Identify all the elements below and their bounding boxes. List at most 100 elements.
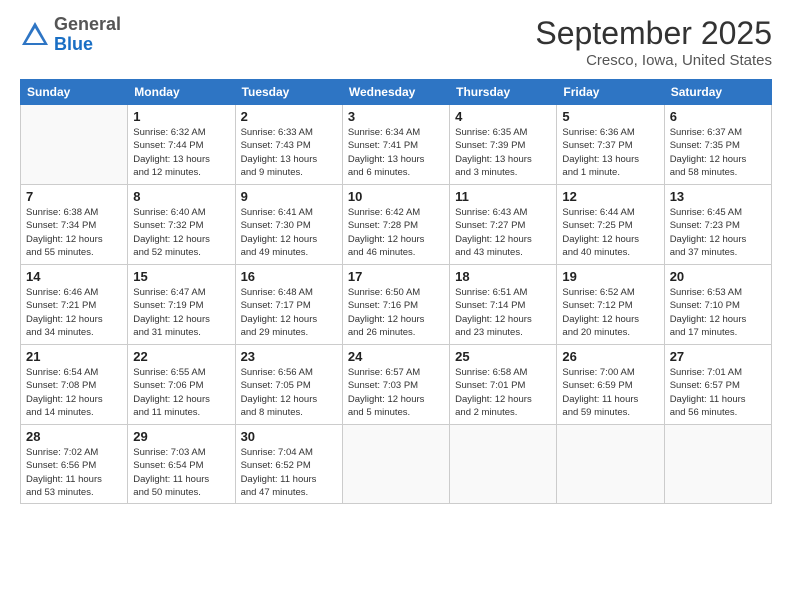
day-number: 24 xyxy=(348,349,444,364)
day-info: Sunrise: 6:44 AM Sunset: 7:25 PM Dayligh… xyxy=(562,206,658,259)
weekday-header: Friday xyxy=(557,80,664,105)
logo-general: General xyxy=(54,15,121,35)
calendar-cell: 25 Sunrise: 6:58 AM Sunset: 7:01 PM Dayli… xyxy=(450,345,557,425)
day-number: 27 xyxy=(670,349,766,364)
calendar-cell: 27 Sunrise: 7:01 AM Sunset: 6:57 PM Dayli… xyxy=(664,345,771,425)
calendar-cell xyxy=(450,425,557,504)
day-number: 5 xyxy=(562,109,658,124)
day-number: 28 xyxy=(26,429,122,444)
day-number: 15 xyxy=(133,269,229,284)
calendar-cell xyxy=(21,105,128,185)
calendar-cell: 4 Sunrise: 6:35 AM Sunset: 7:39 PM Daylig… xyxy=(450,105,557,185)
calendar-cell: 7Sunrise: 6:38 AM Sunset: 7:34 PM Daylig… xyxy=(21,185,128,265)
calendar-cell: 23Sunrise: 6:56 AM Sunset: 7:05 PM Dayli… xyxy=(235,345,342,425)
calendar-cell: 24 Sunrise: 6:57 AM Sunset: 7:03 PM Dayli… xyxy=(342,345,449,425)
day-info: Sunrise: 6:50 AM Sunset: 7:16 PM Dayligh… xyxy=(348,286,444,339)
day-info: Sunrise: 6:58 AM Sunset: 7:01 PM Dayligh… xyxy=(455,366,551,419)
day-info: Sunrise: 6:40 AM Sunset: 7:32 PM Dayligh… xyxy=(133,206,229,259)
day-number: 22 xyxy=(133,349,229,364)
day-number: 4 xyxy=(455,109,551,124)
day-number: 13 xyxy=(670,189,766,204)
day-info: Sunrise: 6:41 AM Sunset: 7:30 PM Dayligh… xyxy=(241,206,337,259)
calendar-cell xyxy=(557,425,664,504)
day-number: 21 xyxy=(26,349,122,364)
calendar-header: SundayMondayTuesdayWednesdayThursdayFrid… xyxy=(21,80,772,105)
weekday-header: Thursday xyxy=(450,80,557,105)
calendar-cell: 5 Sunrise: 6:36 AM Sunset: 7:37 PM Daylig… xyxy=(557,105,664,185)
day-number: 23 xyxy=(241,349,337,364)
calendar-cell xyxy=(664,425,771,504)
day-info: Sunrise: 6:55 AM Sunset: 7:06 PM Dayligh… xyxy=(133,366,229,419)
calendar-cell xyxy=(342,425,449,504)
calendar-cell: 30 Sunrise: 7:04 AM Sunset: 6:52 PM Dayli… xyxy=(235,425,342,504)
day-number: 29 xyxy=(133,429,229,444)
day-info: Sunrise: 6:51 AM Sunset: 7:14 PM Dayligh… xyxy=(455,286,551,339)
day-info: Sunrise: 6:57 AM Sunset: 7:03 PM Dayligh… xyxy=(348,366,444,419)
weekday-row: SundayMondayTuesdayWednesdayThursdayFrid… xyxy=(21,80,772,105)
weekday-header: Sunday xyxy=(21,80,128,105)
day-number: 3 xyxy=(348,109,444,124)
day-info: Sunrise: 7:03 AM Sunset: 6:54 PM Dayligh… xyxy=(133,446,229,499)
day-number: 11 xyxy=(455,189,551,204)
calendar-week-row: 28 Sunrise: 7:02 AM Sunset: 6:56 PM Dayli… xyxy=(21,425,772,504)
day-info: Sunrise: 6:34 AM Sunset: 7:41 PM Dayligh… xyxy=(348,126,444,179)
day-info: Sunrise: 6:54 AM Sunset: 7:08 PM Dayligh… xyxy=(26,366,122,419)
title-block: September 2025 Cresco, Iowa, United Stat… xyxy=(535,15,772,69)
day-info: Sunrise: 7:02 AM Sunset: 6:56 PM Dayligh… xyxy=(26,446,122,499)
calendar-week-row: 14 Sunrise: 6:46 AM Sunset: 7:21 PM Dayli… xyxy=(21,265,772,345)
calendar-cell: 15 Sunrise: 6:47 AM Sunset: 7:19 PM Dayli… xyxy=(128,265,235,345)
day-number: 30 xyxy=(241,429,337,444)
calendar-table: SundayMondayTuesdayWednesdayThursdayFrid… xyxy=(20,79,772,504)
day-number: 26 xyxy=(562,349,658,364)
logo: General Blue xyxy=(20,15,121,55)
day-number: 14 xyxy=(26,269,122,284)
calendar-cell: 18 Sunrise: 6:51 AM Sunset: 7:14 PM Dayli… xyxy=(450,265,557,345)
day-number: 25 xyxy=(455,349,551,364)
weekday-header: Tuesday xyxy=(235,80,342,105)
day-number: 2 xyxy=(241,109,337,124)
calendar-week-row: 7Sunrise: 6:38 AM Sunset: 7:34 PM Daylig… xyxy=(21,185,772,265)
calendar-cell: 28 Sunrise: 7:02 AM Sunset: 6:56 PM Dayli… xyxy=(21,425,128,504)
calendar-week-row: 1Sunrise: 6:32 AM Sunset: 7:44 PM Daylig… xyxy=(21,105,772,185)
day-info: Sunrise: 6:33 AM Sunset: 7:43 PM Dayligh… xyxy=(241,126,337,179)
calendar-cell: 3 Sunrise: 6:34 AM Sunset: 7:41 PM Daylig… xyxy=(342,105,449,185)
day-number: 7 xyxy=(26,189,122,204)
day-info: Sunrise: 6:52 AM Sunset: 7:12 PM Dayligh… xyxy=(562,286,658,339)
day-info: Sunrise: 7:04 AM Sunset: 6:52 PM Dayligh… xyxy=(241,446,337,499)
day-info: Sunrise: 6:47 AM Sunset: 7:19 PM Dayligh… xyxy=(133,286,229,339)
calendar-cell: 21 Sunrise: 6:54 AM Sunset: 7:08 PM Dayli… xyxy=(21,345,128,425)
day-number: 20 xyxy=(670,269,766,284)
day-info: Sunrise: 6:46 AM Sunset: 7:21 PM Dayligh… xyxy=(26,286,122,339)
day-number: 19 xyxy=(562,269,658,284)
day-info: Sunrise: 6:35 AM Sunset: 7:39 PM Dayligh… xyxy=(455,126,551,179)
calendar-cell: 13Sunrise: 6:45 AM Sunset: 7:23 PM Dayli… xyxy=(664,185,771,265)
calendar-cell: 6Sunrise: 6:37 AM Sunset: 7:35 PM Daylig… xyxy=(664,105,771,185)
day-info: Sunrise: 7:01 AM Sunset: 6:57 PM Dayligh… xyxy=(670,366,766,419)
calendar-cell: 1Sunrise: 6:32 AM Sunset: 7:44 PM Daylig… xyxy=(128,105,235,185)
header: General Blue September 2025 Cresco, Iowa… xyxy=(20,15,772,69)
calendar-cell: 10 Sunrise: 6:42 AM Sunset: 7:28 PM Dayli… xyxy=(342,185,449,265)
day-number: 18 xyxy=(455,269,551,284)
calendar-cell: 22 Sunrise: 6:55 AM Sunset: 7:06 PM Dayli… xyxy=(128,345,235,425)
day-number: 17 xyxy=(348,269,444,284)
logo-blue: Blue xyxy=(54,35,121,55)
day-info: Sunrise: 6:36 AM Sunset: 7:37 PM Dayligh… xyxy=(562,126,658,179)
calendar-cell: 11 Sunrise: 6:43 AM Sunset: 7:27 PM Dayli… xyxy=(450,185,557,265)
page: General Blue September 2025 Cresco, Iowa… xyxy=(0,0,792,612)
day-number: 9 xyxy=(241,189,337,204)
calendar-cell: 26Sunrise: 7:00 AM Sunset: 6:59 PM Dayli… xyxy=(557,345,664,425)
calendar-cell: 8Sunrise: 6:40 AM Sunset: 7:32 PM Daylig… xyxy=(128,185,235,265)
day-info: Sunrise: 6:42 AM Sunset: 7:28 PM Dayligh… xyxy=(348,206,444,259)
calendar-week-row: 21 Sunrise: 6:54 AM Sunset: 7:08 PM Dayli… xyxy=(21,345,772,425)
calendar-cell: 16Sunrise: 6:48 AM Sunset: 7:17 PM Dayli… xyxy=(235,265,342,345)
calendar-cell: 17 Sunrise: 6:50 AM Sunset: 7:16 PM Dayli… xyxy=(342,265,449,345)
day-number: 16 xyxy=(241,269,337,284)
day-info: Sunrise: 6:43 AM Sunset: 7:27 PM Dayligh… xyxy=(455,206,551,259)
day-number: 10 xyxy=(348,189,444,204)
calendar-cell: 29 Sunrise: 7:03 AM Sunset: 6:54 PM Dayli… xyxy=(128,425,235,504)
calendar-cell: 14 Sunrise: 6:46 AM Sunset: 7:21 PM Dayli… xyxy=(21,265,128,345)
location: Cresco, Iowa, United States xyxy=(535,52,772,69)
calendar-cell: 12Sunrise: 6:44 AM Sunset: 7:25 PM Dayli… xyxy=(557,185,664,265)
weekday-header: Saturday xyxy=(664,80,771,105)
weekday-header: Monday xyxy=(128,80,235,105)
